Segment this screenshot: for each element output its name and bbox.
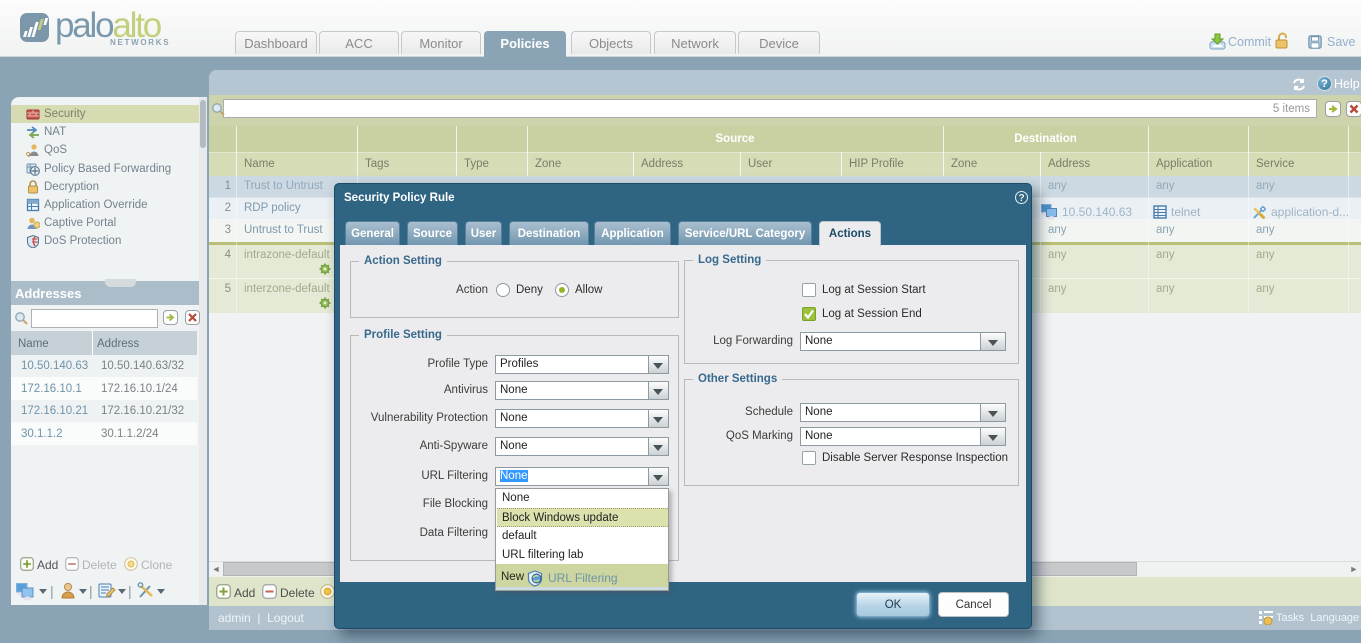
svg-text:QoS: QoS [26, 152, 38, 157]
